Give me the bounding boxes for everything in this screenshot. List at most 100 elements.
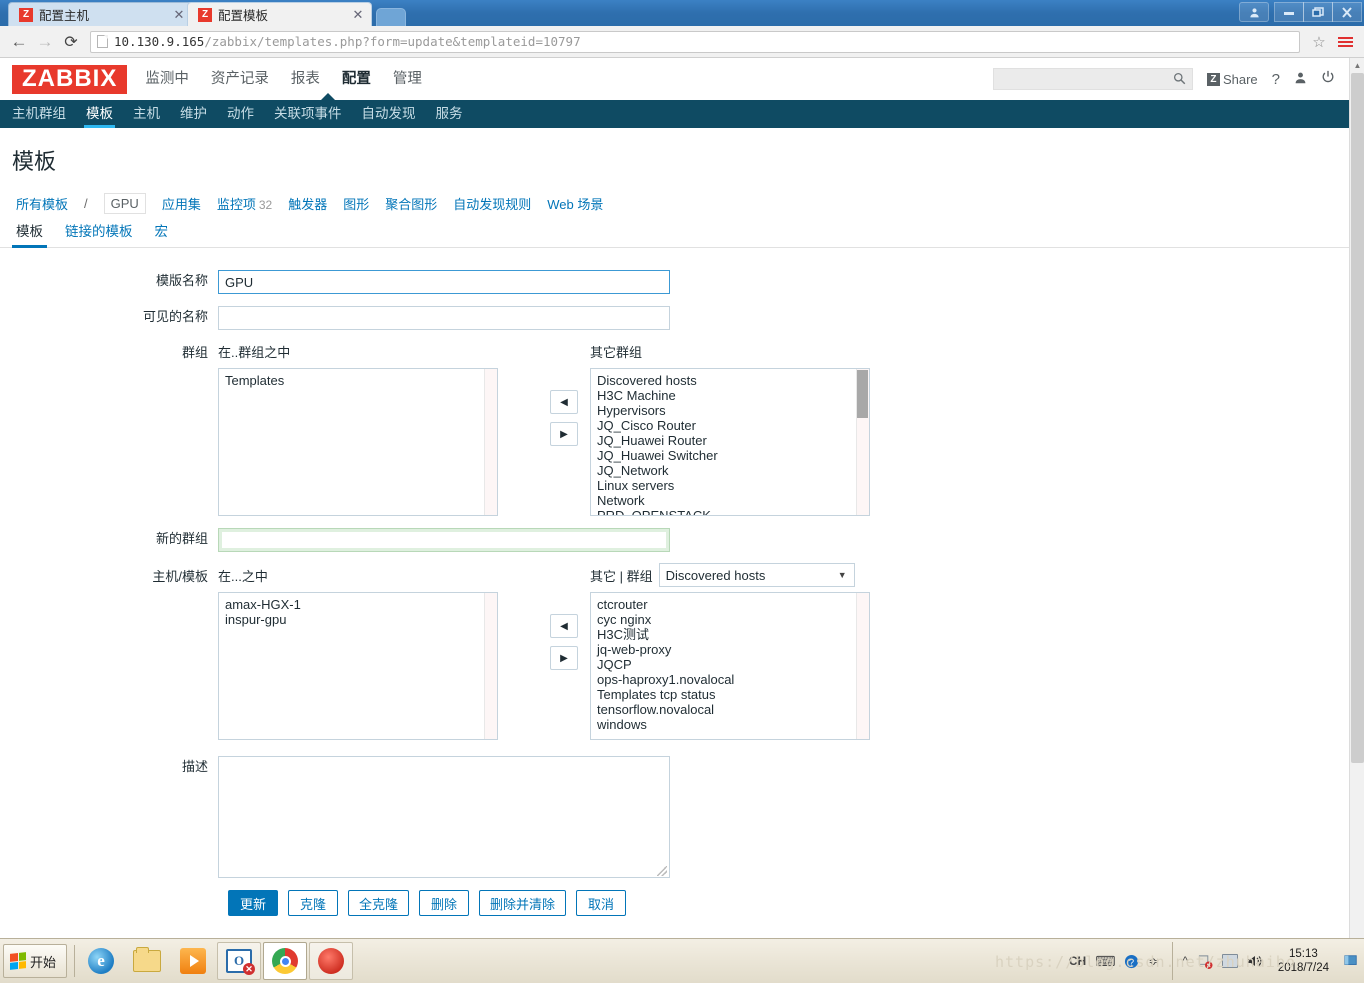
tab-linked-templates[interactable]: 链接的模板	[65, 220, 133, 247]
minimize-button[interactable]	[1274, 2, 1304, 22]
delete-button[interactable]: 删除	[419, 890, 470, 916]
scrollbar[interactable]	[484, 369, 497, 515]
list-item[interactable]: JQ_Huawei Switcher	[591, 448, 869, 463]
tab-macros[interactable]: 宏	[155, 220, 169, 247]
share-button[interactable]: Z Share	[1206, 72, 1258, 87]
maximize-restore-button[interactable]	[1303, 2, 1333, 22]
list-item[interactable]: Templates tcp status	[591, 687, 869, 702]
list-item[interactable]: cyc nginx	[591, 612, 869, 627]
window-user-icon[interactable]	[1239, 2, 1269, 22]
description-textarea[interactable]	[219, 757, 669, 877]
reload-button[interactable]: ⟳	[58, 29, 84, 55]
action-center-icon[interactable]	[1197, 954, 1213, 969]
taskbar-item-red-app[interactable]	[309, 942, 354, 980]
resize-grip-icon[interactable]	[657, 866, 667, 876]
list-item[interactable]: amax-HGX-1	[219, 597, 497, 612]
scroll-up-icon[interactable]: ▲	[1350, 58, 1364, 73]
list-item[interactable]: JQCP	[591, 657, 869, 672]
list-item[interactable]: Discovered hosts	[591, 373, 869, 388]
list-item[interactable]: Linux servers	[591, 478, 869, 493]
scrollbar[interactable]	[856, 593, 869, 739]
breadcrumb-discovery-rules[interactable]: 自动发现规则	[453, 194, 531, 213]
list-item[interactable]: PRD_OPENSTACK	[591, 508, 869, 515]
forward-button[interactable]: →	[32, 29, 58, 55]
close-icon[interactable]: ✕	[172, 8, 186, 22]
input-method-indicator[interactable]: CH	[1069, 954, 1086, 968]
description-textarea-wrap[interactable]	[218, 756, 670, 878]
close-icon[interactable]: ✕	[351, 8, 365, 22]
back-button[interactable]: ←	[6, 29, 32, 55]
browser-tab-1[interactable]: Z 配置主机 ✕	[8, 2, 193, 26]
cancel-button[interactable]: 取消	[576, 890, 627, 916]
groups-in-listbox[interactable]: Templates	[218, 368, 498, 516]
taskbar-clock[interactable]: 15:13 2018/7/24	[1272, 947, 1335, 975]
chevron-up-icon[interactable]: ^	[1183, 955, 1188, 967]
hosts-other-listbox[interactable]: ctcrouter cyc nginx H3C测试 jq-web-proxy J…	[590, 592, 870, 740]
template-name-input[interactable]	[218, 270, 670, 294]
breadcrumb-items[interactable]: 监控项	[217, 197, 256, 212]
move-left-button[interactable]: ◀	[550, 614, 578, 638]
scrollbar-thumb[interactable]	[1351, 73, 1364, 763]
delete-and-clear-button[interactable]: 删除并清除	[479, 890, 567, 916]
clone-button[interactable]: 克隆	[288, 890, 338, 916]
logout-power-icon[interactable]	[1321, 70, 1335, 88]
breadcrumb-screens[interactable]: 聚合图形	[385, 194, 437, 213]
scrollbar[interactable]	[484, 593, 497, 739]
subnav-item-templates[interactable]: 模板	[84, 100, 115, 128]
subnav-item-hosts[interactable]: 主机	[131, 100, 162, 128]
move-right-button[interactable]: ▶	[550, 646, 578, 670]
show-desktop-icon[interactable]: ≎	[1148, 955, 1157, 968]
taskbar-item-media-player[interactable]	[171, 942, 215, 980]
breadcrumb-current-template[interactable]: GPU	[103, 192, 146, 214]
move-right-button[interactable]: ▶	[550, 422, 578, 446]
help-icon[interactable]: ?	[1272, 71, 1280, 88]
list-item[interactable]: Network	[591, 493, 869, 508]
scrollbar-thumb[interactable]	[857, 370, 868, 418]
nav-item-configuration[interactable]: 配置	[342, 58, 371, 100]
full-clone-button[interactable]: 全克隆	[348, 890, 410, 916]
list-item[interactable]: H3C测试	[591, 627, 869, 642]
list-item[interactable]: JQ_Cisco Router	[591, 418, 869, 433]
list-item[interactable]: JQ_Network	[591, 463, 869, 478]
new-tab-button[interactable]	[376, 8, 406, 26]
list-item[interactable]: inspur-gpu	[219, 612, 497, 627]
list-item[interactable]: Templates	[219, 373, 497, 388]
show-desktop-button[interactable]	[1344, 954, 1358, 968]
keyboard-icon[interactable]: ⌨	[1095, 953, 1115, 970]
breadcrumb-triggers[interactable]: 触发器	[288, 194, 327, 213]
new-group-input[interactable]	[218, 528, 670, 552]
list-item[interactable]: Hypervisors	[591, 403, 869, 418]
list-item[interactable]: JQ_Huawei Router	[591, 433, 869, 448]
help-icon[interactable]: ?	[1124, 954, 1139, 969]
global-search-box[interactable]	[992, 68, 1193, 90]
nav-item-reports[interactable]: 报表	[291, 58, 320, 100]
list-item[interactable]: ops-haproxy1.novalocal	[591, 672, 869, 687]
subnav-item-services[interactable]: 服务	[434, 100, 465, 128]
subnav-item-hostgroups[interactable]: 主机群组	[10, 100, 68, 128]
subnav-item-actions[interactable]: 动作	[225, 100, 256, 128]
close-window-button[interactable]	[1332, 2, 1362, 22]
nav-item-administration[interactable]: 管理	[393, 58, 422, 100]
list-item[interactable]: H3C Machine	[591, 388, 869, 403]
taskbar-item-outlook[interactable]: O ✕	[217, 942, 262, 980]
update-button[interactable]: 更新	[228, 890, 278, 916]
breadcrumb-applications[interactable]: 应用集	[162, 194, 201, 213]
list-item[interactable]: tensorflow.novalocal	[591, 702, 869, 717]
taskbar-item-internet-explorer[interactable]: e	[79, 942, 123, 980]
user-profile-icon[interactable]	[1294, 71, 1307, 88]
move-left-button[interactable]: ◀	[550, 390, 578, 414]
scrollbar[interactable]	[856, 369, 869, 515]
page-scrollbar[interactable]: ▲	[1349, 58, 1364, 938]
search-input[interactable]	[999, 71, 1186, 87]
hosts-in-listbox[interactable]: amax-HGX-1 inspur-gpu	[218, 592, 498, 740]
network-icon[interactable]	[1221, 954, 1238, 968]
list-item[interactable]: ctcrouter	[591, 597, 869, 612]
visible-name-input[interactable]	[218, 306, 670, 330]
start-button[interactable]: 开始	[3, 944, 68, 978]
bookmark-star-icon[interactable]: ☆	[1306, 29, 1332, 55]
taskbar-item-file-explorer[interactable]	[125, 942, 169, 980]
breadcrumb-web-scenarios[interactable]: Web 场景	[547, 194, 603, 213]
groups-other-listbox[interactable]: Discovered hosts H3C Machine Hypervisors…	[590, 368, 870, 516]
zabbix-logo[interactable]: ZABBIX	[12, 64, 128, 94]
browser-tab-2[interactable]: Z 配置模板 ✕	[187, 2, 372, 26]
